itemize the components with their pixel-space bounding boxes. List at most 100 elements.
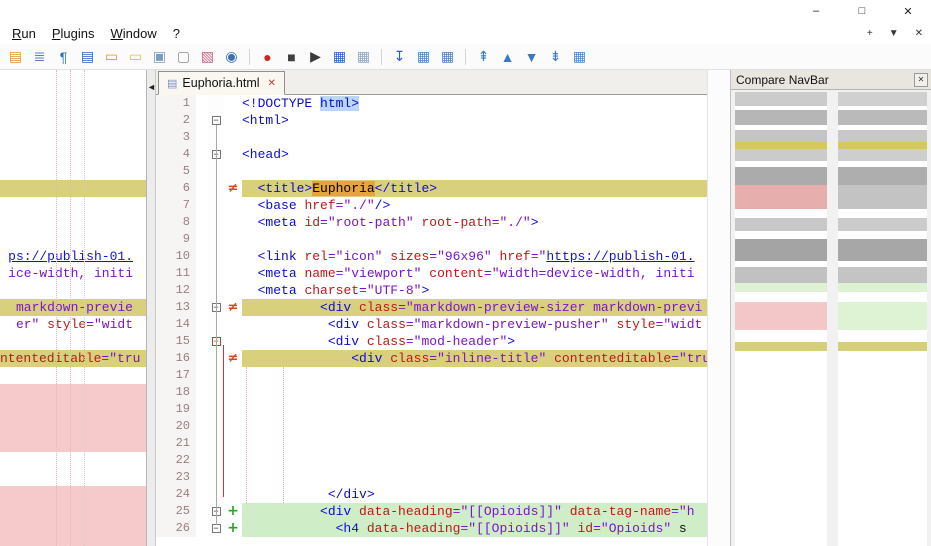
line-number[interactable]: 4 (156, 146, 196, 163)
tab-list-button[interactable]: ▼ (889, 28, 899, 39)
diff-map-block[interactable] (735, 110, 827, 126)
bookmark-margin[interactable] (196, 435, 208, 452)
line-number[interactable]: 3 (156, 129, 196, 146)
diff-map-block[interactable] (735, 239, 827, 260)
tab-new-button[interactable]: + (867, 28, 873, 39)
code-text[interactable] (242, 231, 707, 248)
line-number[interactable]: 7 (156, 197, 196, 214)
first-diff-icon[interactable]: ⇞ (473, 46, 494, 67)
play-macro-icon[interactable]: ▶ (305, 46, 326, 67)
left-line-19[interactable] (0, 401, 146, 418)
code-text[interactable]: <div class="inline-title" contenteditabl… (242, 350, 707, 367)
bookmark-margin[interactable] (196, 146, 208, 163)
line-number[interactable]: 9 (156, 231, 196, 248)
code-text[interactable] (242, 401, 707, 418)
open-folder-icon[interactable]: ▤ (5, 46, 26, 67)
diff-map-block[interactable] (838, 231, 927, 239)
line-number[interactable]: 22 (156, 452, 196, 469)
tab-euphoria-html[interactable]: ▤ Euphoria.html ✕ (158, 71, 285, 95)
diff-map-block[interactable] (838, 110, 927, 126)
navbar-close-icon[interactable]: ✕ (914, 73, 928, 87)
minimize-button[interactable]: – (793, 0, 839, 22)
bookmark-margin[interactable] (196, 112, 208, 129)
menu-window[interactable]: Window (107, 24, 165, 43)
bookmark-margin[interactable] (196, 231, 208, 248)
diff-map-block[interactable] (735, 185, 827, 209)
diff-map-block[interactable] (735, 292, 827, 303)
diff-map-block[interactable] (735, 283, 827, 292)
editor-scrollbar[interactable] (707, 70, 730, 546)
set-first-compare-icon[interactable]: ↧ (389, 46, 410, 67)
preview-eye-icon[interactable]: ◉ (221, 46, 242, 67)
fold-toggle[interactable]: − (212, 524, 221, 533)
line-number[interactable]: 26 (156, 520, 196, 537)
compare-icon[interactable]: ▦ (413, 46, 434, 67)
left-line-26[interactable] (0, 520, 146, 537)
left-line-14[interactable]: er" style="widt (0, 316, 146, 333)
code-text[interactable]: <link rel="icon" sizes="96x96" href="htt… (242, 248, 707, 265)
bookmark-margin[interactable] (196, 95, 208, 112)
left-line-22[interactable] (0, 452, 146, 469)
code-text[interactable] (242, 469, 707, 486)
run-multi-icon[interactable]: ▦ (353, 46, 374, 67)
bookmark-margin[interactable] (196, 401, 208, 418)
last-diff-icon[interactable]: ⇟ (545, 46, 566, 67)
code-text[interactable]: <head> (242, 146, 707, 163)
code-text[interactable]: <meta name="viewport" content="width=dev… (242, 265, 707, 282)
left-line-20[interactable] (0, 418, 146, 435)
left-line-7[interactable] (0, 197, 146, 214)
save-macro-icon[interactable]: ▦ (329, 46, 350, 67)
diff-map-block[interactable] (735, 267, 827, 283)
code-text[interactable]: <meta id="root-path" root-path="./"> (242, 214, 707, 231)
diff-map-block[interactable] (838, 149, 927, 162)
pane-splitter[interactable]: ◄ (146, 70, 156, 546)
left-line-23[interactable] (0, 469, 146, 486)
left-editor-pane[interactable]: ps://publish-01.ice-width, initimarkdown… (0, 70, 146, 546)
bookmark-margin[interactable] (196, 197, 208, 214)
tab-close-button[interactable]: ✕ (915, 28, 923, 39)
diff-map-block[interactable] (735, 351, 827, 546)
diff-map-block[interactable] (838, 185, 927, 209)
code-text[interactable] (242, 367, 707, 384)
line-number[interactable]: 12 (156, 282, 196, 299)
bookmark-margin[interactable] (196, 520, 208, 537)
left-line-8[interactable] (0, 214, 146, 231)
diff-map-block[interactable] (838, 218, 927, 232)
left-line-5[interactable] (0, 163, 146, 180)
diff-map-block[interactable] (735, 142, 827, 149)
nav-bar-toggle-icon[interactable]: ▦ (569, 46, 590, 67)
diff-map-block[interactable] (838, 351, 927, 546)
bookmark-margin[interactable] (196, 367, 208, 384)
bookmark-margin[interactable] (196, 486, 208, 503)
code-text[interactable]: <div class="markdown-preview-sizer markd… (242, 299, 707, 316)
record-macro-icon[interactable]: ● (257, 46, 278, 67)
bookmark-margin[interactable] (196, 265, 208, 282)
copy-pages-icon[interactable]: ▣ (149, 46, 170, 67)
left-line-13[interactable]: markdown-previe (0, 299, 146, 316)
bookmark-margin[interactable] (196, 384, 208, 401)
bookmark-margin[interactable] (196, 316, 208, 333)
left-line-2[interactable] (0, 112, 146, 129)
stop-macro-icon[interactable]: ■ (281, 46, 302, 67)
bookmark-margin[interactable] (196, 129, 208, 146)
code-text[interactable]: <title>Euphoria</title> (242, 180, 707, 197)
bookmark-margin[interactable] (196, 180, 208, 197)
code-text[interactable] (242, 452, 707, 469)
bookmark-margin[interactable] (196, 452, 208, 469)
diff-map-block[interactable] (838, 130, 927, 142)
code-text[interactable]: <div class="mod-header"> (242, 333, 707, 350)
fold-toggle[interactable]: − (212, 116, 221, 125)
editor[interactable]: 1<!DOCTYPE html>2−<html>34−<head>56≠ <ti… (156, 95, 707, 546)
code-text[interactable]: <!DOCTYPE html> (242, 95, 707, 112)
show-symbols-icon[interactable]: ¶ (53, 46, 74, 67)
menu-run[interactable]: Run (8, 24, 44, 43)
diff-map-block[interactable] (838, 209, 927, 218)
left-line-3[interactable] (0, 129, 146, 146)
left-line-6[interactable] (0, 180, 146, 197)
diff-map-block[interactable] (735, 330, 827, 343)
fold-margin[interactable] (208, 95, 224, 112)
diff-map-block[interactable] (735, 261, 827, 268)
diff-map-block[interactable] (838, 292, 927, 303)
zoom-in-icon[interactable]: ▭ (101, 46, 122, 67)
diff-map-block[interactable] (735, 92, 827, 106)
